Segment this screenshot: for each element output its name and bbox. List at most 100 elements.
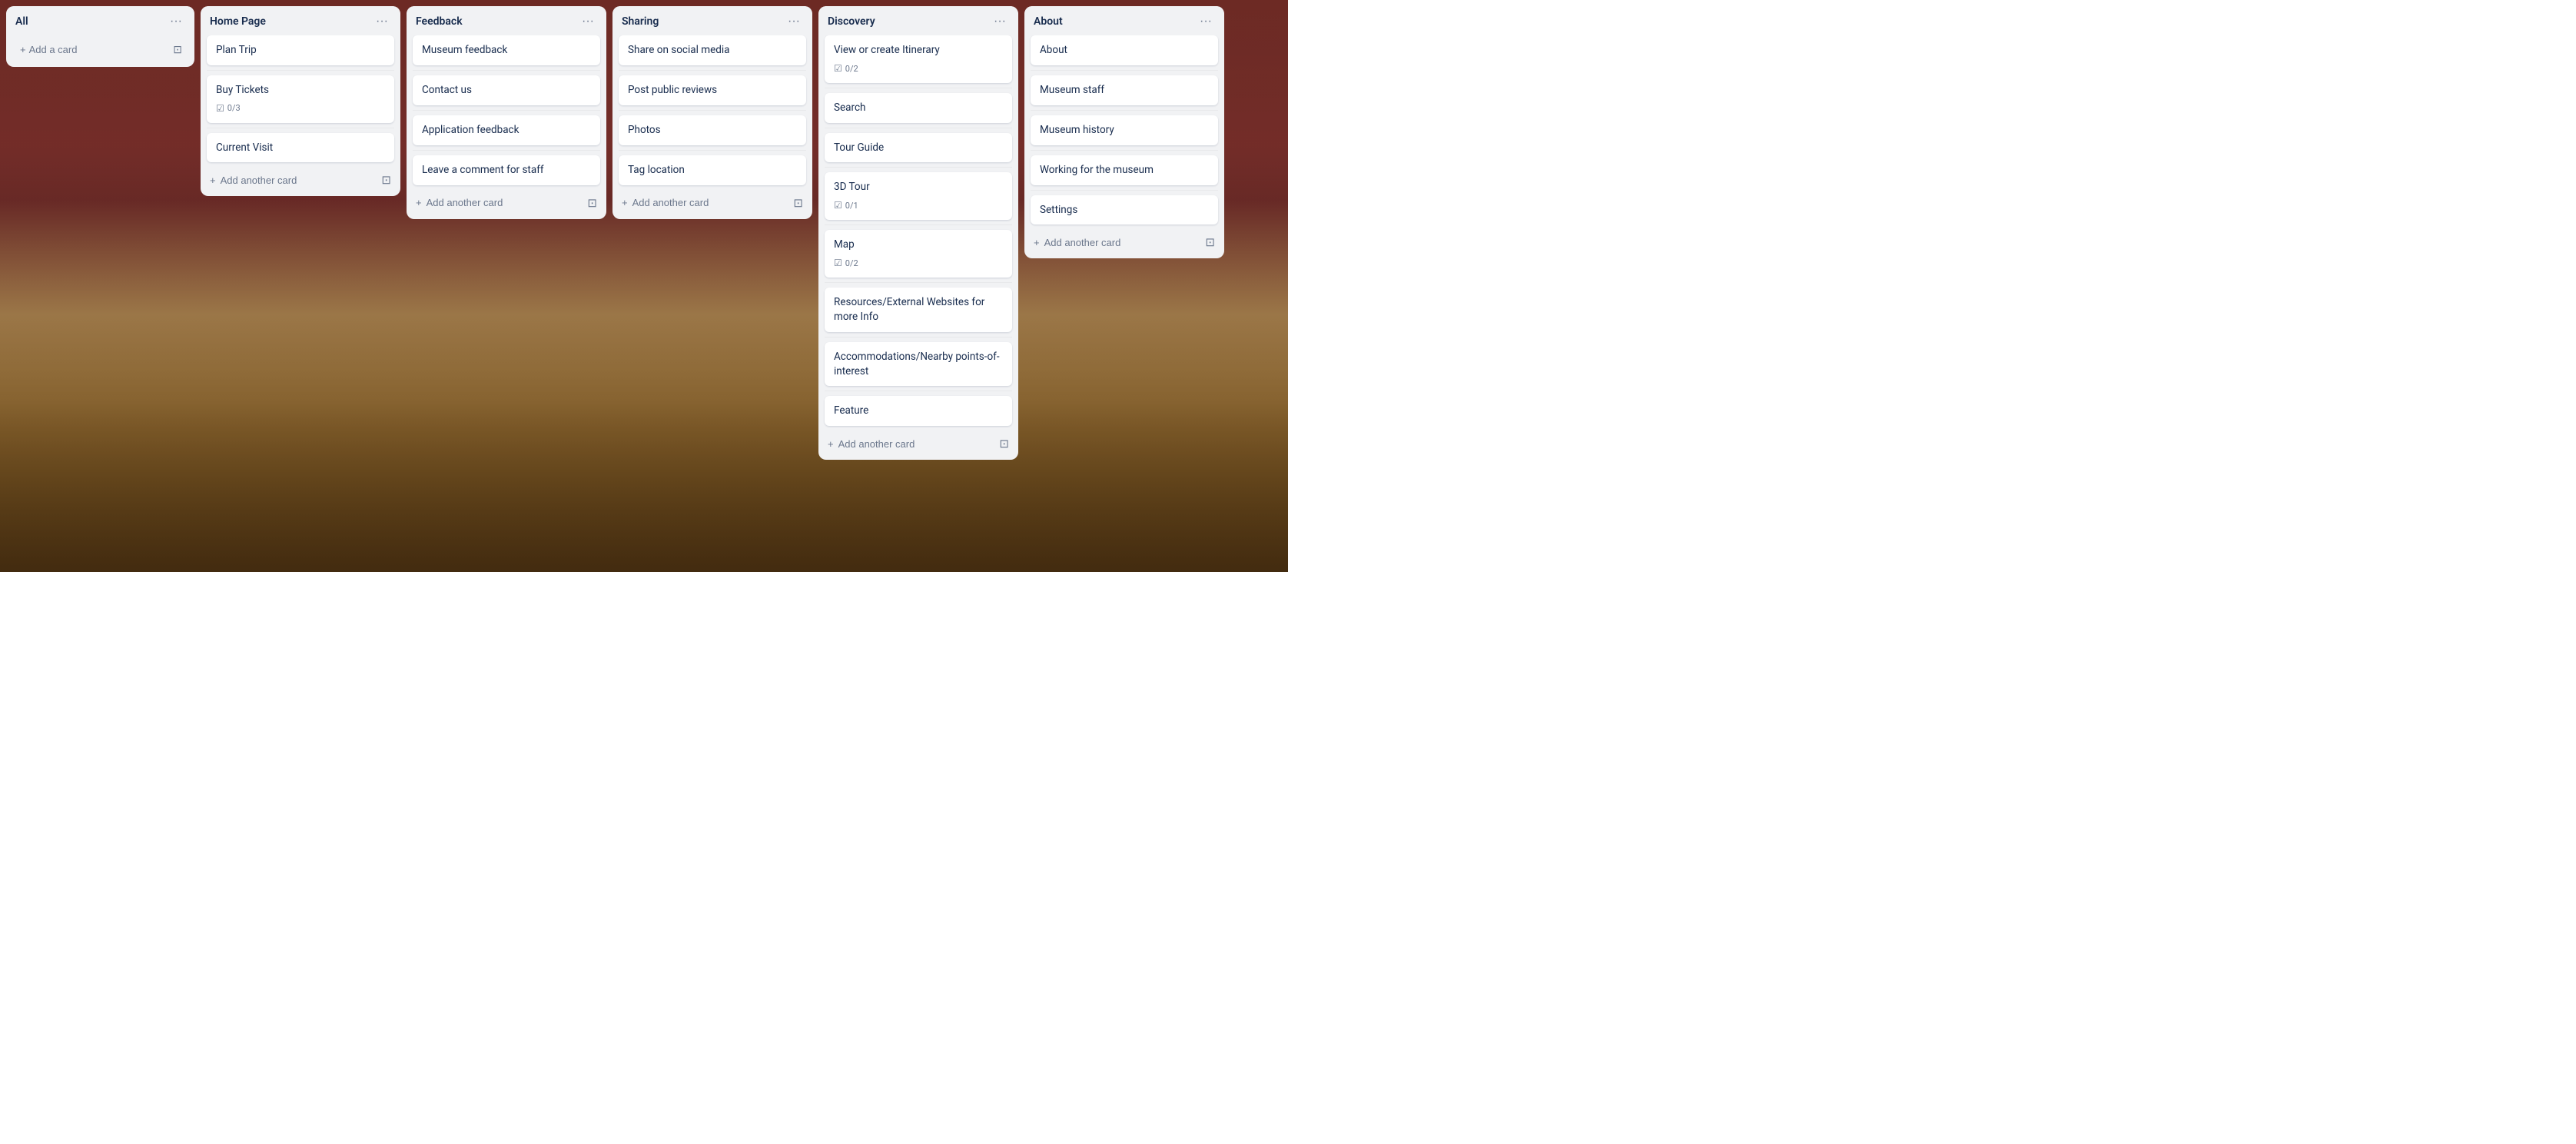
card-text-c24: Settings	[1040, 204, 1077, 216]
card-meta-text-c2: 0/3	[227, 102, 241, 114]
column-discovery: Discovery···View or create Itinerary☑0/2…	[818, 6, 1018, 460]
column-title-about: About	[1034, 15, 1197, 28]
card-divider	[1031, 70, 1218, 71]
add-another-card-button-discovery[interactable]: + Add another card	[825, 435, 918, 453]
card-c7[interactable]: Leave a comment for staff	[413, 155, 600, 185]
card-c10[interactable]: Photos	[619, 115, 806, 145]
column-all: All··· +Add a card ⊡	[6, 6, 194, 67]
card-c14[interactable]: Tour Guide	[825, 133, 1012, 163]
archive-button-feedback[interactable]: ⊡	[584, 193, 600, 213]
card-divider	[413, 70, 600, 71]
card-c15[interactable]: 3D Tour☑0/1	[825, 172, 1012, 220]
add-card-label-all: Add a card	[29, 44, 78, 55]
card-c18[interactable]: Accommodations/Nearby points-of-interest	[825, 342, 1012, 387]
column-title-feedback: Feedback	[416, 15, 579, 28]
add-card-row-home-page: + Add another card ⊡	[201, 167, 400, 196]
card-text-c11: Tag location	[628, 164, 685, 176]
column-menu-button-home-page[interactable]: ···	[373, 14, 391, 29]
card-c13[interactable]: Search	[825, 93, 1012, 123]
card-c9[interactable]: Post public reviews	[619, 75, 806, 105]
column-feedback: Feedback··· Museum feedback Contact us Appl…	[407, 6, 606, 219]
card-text-c20: About	[1040, 44, 1067, 56]
card-c3[interactable]: Current Visit	[207, 133, 394, 163]
add-another-card-label-sharing: Add another card	[632, 197, 709, 208]
card-c1[interactable]: Plan Trip	[207, 35, 394, 65]
archive-button-home-page[interactable]: ⊡	[378, 170, 394, 190]
card-c4[interactable]: Museum feedback	[413, 35, 600, 65]
add-another-card-button-home-page[interactable]: + Add another card	[207, 171, 300, 189]
card-c23[interactable]: Working for the museum	[1031, 155, 1218, 185]
column-menu-button-all[interactable]: ···	[167, 14, 185, 29]
add-card-row-all: +Add a card ⊡	[6, 35, 194, 67]
plus-icon: +	[210, 175, 216, 186]
card-c21[interactable]: Museum staff	[1031, 75, 1218, 105]
add-another-card-button-feedback[interactable]: +Add another card	[413, 194, 506, 211]
column-header-home-page: Home Page···	[201, 6, 400, 35]
archive-button-discovery[interactable]: ⊡	[996, 434, 1012, 454]
card-c12[interactable]: View or create Itinerary☑0/2	[825, 35, 1012, 83]
plus-icon: +	[416, 197, 422, 208]
card-divider	[825, 224, 1012, 225]
card-c11[interactable]: Tag location	[619, 155, 806, 185]
card-c6[interactable]: Application feedback	[413, 115, 600, 145]
column-header-discovery: Discovery···	[818, 6, 1018, 35]
column-menu-button-sharing[interactable]: ···	[785, 14, 803, 29]
column-menu-button-discovery[interactable]: ···	[991, 14, 1009, 29]
add-card-row-about: + Add another card ⊡	[1024, 229, 1224, 258]
column-title-sharing: Sharing	[622, 15, 785, 28]
checklist-icon-c2: ☑	[216, 102, 224, 115]
plus-icon: +	[828, 438, 834, 450]
card-text-c13: Search	[834, 101, 865, 114]
card-text-c10: Photos	[628, 124, 661, 136]
cards-area-home-page: Plan Trip Buy Tickets ☑0/3 Current Visit	[201, 35, 400, 167]
card-text-c14: Tour Guide	[834, 141, 884, 154]
card-c17[interactable]: Resources/External Websites for more Inf…	[825, 288, 1012, 332]
card-c2[interactable]: Buy Tickets ☑0/3	[207, 75, 394, 123]
add-another-card-button-about[interactable]: + Add another card	[1031, 234, 1124, 251]
card-c16[interactable]: Map☑0/2	[825, 230, 1012, 278]
card-divider	[207, 70, 394, 71]
column-sharing: Sharing··· Share on social media Post publ…	[612, 6, 812, 219]
archive-button-all[interactable]: ⊡	[170, 40, 185, 59]
card-text-c22: Museum history	[1040, 124, 1114, 136]
card-c24[interactable]: Settings	[1031, 195, 1218, 225]
card-c19[interactable]: Feature	[825, 396, 1012, 426]
cards-area-sharing: Share on social media Post public reviews…	[612, 35, 812, 190]
card-text-c6: Application feedback	[422, 124, 519, 136]
card-c5[interactable]: Contact us	[413, 75, 600, 105]
plus-icon: +	[1034, 237, 1040, 248]
add-another-card-label-about: Add another card	[1044, 237, 1121, 248]
column-title-home-page: Home Page	[210, 15, 373, 28]
card-text-c2: Buy Tickets	[216, 84, 269, 96]
column-menu-button-about[interactable]: ···	[1197, 14, 1215, 29]
card-text-c8: Share on social media	[628, 44, 729, 56]
card-divider	[825, 337, 1012, 338]
card-divider	[619, 110, 806, 111]
card-c8[interactable]: Share on social media	[619, 35, 806, 65]
add-another-card-label-home-page: Add another card	[221, 175, 297, 186]
card-meta-c2: ☑0/3	[216, 102, 385, 115]
column-menu-button-feedback[interactable]: ···	[579, 14, 597, 29]
column-header-all: All···	[6, 6, 194, 35]
card-text-c1: Plan Trip	[216, 44, 257, 56]
card-text-c17: Resources/External Websites for more Inf…	[834, 296, 984, 323]
card-meta-c15: ☑0/1	[834, 199, 1003, 212]
add-card-button-all[interactable]: +Add a card	[15, 41, 81, 58]
checklist-icon-c16: ☑	[834, 257, 842, 270]
column-home-page: Home Page··· Plan Trip Buy Tickets ☑0/3 Curr…	[201, 6, 400, 196]
add-another-card-label-discovery: Add another card	[838, 438, 915, 450]
card-c22[interactable]: Museum history	[1031, 115, 1218, 145]
card-text-c4: Museum feedback	[422, 44, 507, 56]
card-divider	[619, 150, 806, 151]
archive-button-sharing[interactable]: ⊡	[790, 193, 806, 213]
add-another-card-button-sharing[interactable]: +Add another card	[619, 194, 712, 211]
archive-button-about[interactable]: ⊡	[1202, 232, 1218, 252]
card-text-c19: Feature	[834, 404, 868, 417]
add-card-row-feedback: +Add another card ⊡	[407, 190, 606, 219]
card-meta-text-c16: 0/2	[845, 258, 858, 269]
card-c20[interactable]: About	[1031, 35, 1218, 65]
card-text-c5: Contact us	[422, 84, 472, 96]
card-text-c23: Working for the museum	[1040, 164, 1154, 176]
checklist-icon-c12: ☑	[834, 62, 842, 75]
card-text-c9: Post public reviews	[628, 84, 717, 96]
